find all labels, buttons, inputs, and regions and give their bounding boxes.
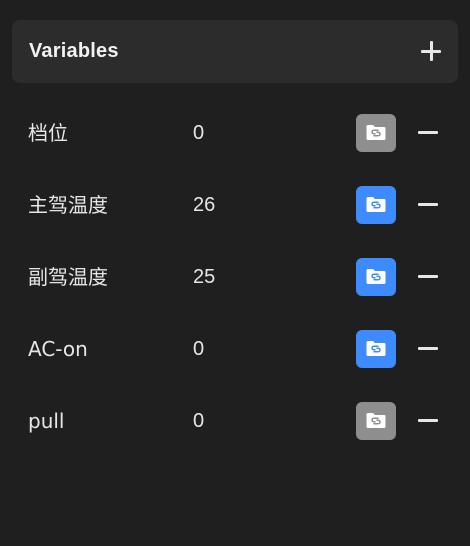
bind-variable-button[interactable] — [356, 258, 396, 296]
folder-link-icon — [366, 269, 386, 284]
variable-name: 副驾温度 — [28, 265, 108, 289]
variable-value[interactable]: 26 — [193, 185, 215, 225]
variables-header: Variables — [12, 20, 458, 83]
variable-value[interactable]: 0 — [193, 113, 204, 153]
add-variable-button[interactable] — [420, 40, 442, 62]
variable-value[interactable]: 0 — [193, 329, 204, 369]
folder-link-icon — [366, 197, 386, 212]
remove-variable-button[interactable] — [418, 131, 438, 134]
remove-variable-button[interactable] — [418, 203, 438, 206]
variable-name: 主驾温度 — [28, 193, 108, 217]
bind-variable-button[interactable] — [356, 186, 396, 224]
folder-link-icon — [366, 341, 386, 356]
remove-variable-button[interactable] — [418, 347, 438, 350]
variable-value[interactable]: 25 — [193, 257, 215, 297]
variable-row: 档位 0 — [0, 113, 470, 153]
variable-value[interactable]: 0 — [193, 401, 204, 441]
remove-variable-button[interactable] — [418, 419, 438, 422]
variables-panel: Variables 档位 0 主驾温度 26 副驾温度 25 AC-on 0 pull 0 — [0, 0, 470, 546]
folder-link-icon — [366, 413, 386, 428]
bind-variable-button[interactable] — [356, 402, 396, 440]
variable-name: AC-on — [28, 337, 88, 361]
folder-link-icon — [366, 125, 386, 140]
variable-name: pull — [28, 409, 65, 433]
variable-row: pull 0 — [0, 401, 470, 441]
panel-title: Variables — [29, 40, 119, 62]
bind-variable-button[interactable] — [356, 330, 396, 368]
remove-variable-button[interactable] — [418, 275, 438, 278]
variable-name: 档位 — [28, 121, 68, 145]
variable-row: 主驾温度 26 — [0, 185, 470, 225]
variable-row: 副驾温度 25 — [0, 257, 470, 297]
variable-row: AC-on 0 — [0, 329, 470, 369]
bind-variable-button[interactable] — [356, 114, 396, 152]
